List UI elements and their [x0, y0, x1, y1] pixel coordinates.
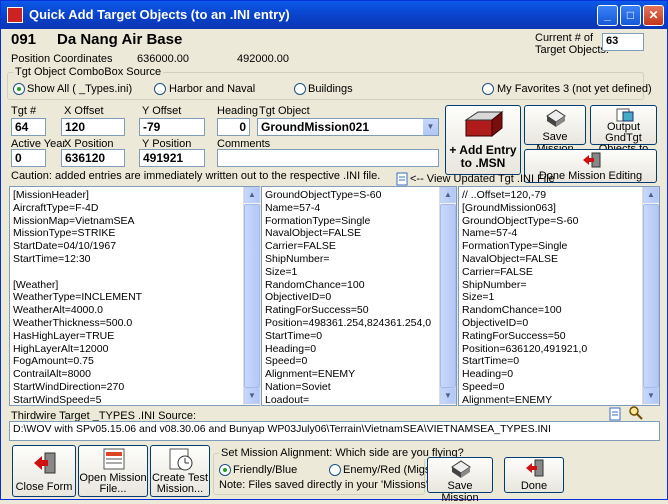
tgt-object-combobox[interactable]: GroundMission021 ▼ [257, 118, 439, 136]
scroll-thumb[interactable] [440, 204, 456, 388]
save-icon [546, 109, 566, 127]
radio-buildings-label[interactable]: Buildings [308, 83, 353, 95]
object-template-memo[interactable]: GroundObjectType=S-60 Name=57-4 Formatio… [261, 186, 457, 406]
minimize-button[interactable]: _ [597, 5, 618, 26]
document-icon[interactable] [609, 407, 621, 421]
tgt-num-label: Tgt # [11, 105, 37, 117]
save-mission-bottom-label: Save Mission [441, 480, 479, 504]
window-title: Quick Add Target Objects (to an .INI ent… [29, 7, 290, 22]
scroll-down-icon[interactable]: ▼ [440, 388, 456, 404]
radio-friendly-label[interactable]: Friendly/Blue [233, 464, 297, 476]
tgt-object-value: GroundMission021 [261, 120, 370, 134]
close-button[interactable]: ✕ [643, 5, 664, 26]
open-mission-label-2: File... [99, 483, 127, 495]
memo1-scrollbar[interactable]: ▲ ▼ [243, 187, 260, 405]
scroll-up-icon[interactable]: ▲ [440, 187, 456, 203]
title-bar[interactable]: Quick Add Target Objects (to an .INI ent… [1, 1, 667, 29]
radio-friendly[interactable] [219, 464, 231, 476]
radio-buildings[interactable] [294, 83, 306, 95]
heading-label: Heading [217, 105, 258, 117]
target-count: 63 [602, 33, 644, 51]
source-group-label: Tgt Object ComboBox Source [13, 66, 164, 78]
target-number: 091 [11, 31, 37, 48]
radio-harbor-naval[interactable] [154, 83, 166, 95]
position-x: 636000.00 [137, 53, 189, 65]
active-year-field[interactable]: 0 [11, 149, 46, 167]
scroll-thumb[interactable] [643, 204, 659, 388]
open-mission-button[interactable]: Open Mission File... [78, 445, 148, 497]
exit-door-icon [526, 459, 544, 477]
mission-header-memo[interactable]: [MissionHeader] AircraftType=F-4D Missio… [9, 186, 260, 406]
exit-door-icon [34, 452, 56, 474]
add-entry-icon [464, 110, 504, 138]
close-form-label: Close Form [15, 481, 73, 493]
app-icon [7, 7, 23, 23]
tgt-num-field[interactable]: 64 [11, 118, 46, 136]
main-window: Quick Add Target Objects (to an .INI ent… [0, 0, 668, 504]
add-entry-label-2: to .MSN [460, 156, 506, 170]
x-offset-label: X Offset [64, 105, 104, 117]
radio-show-all-label[interactable]: Show All ( _Types.ini) [27, 83, 132, 95]
caution-text: Caution: added entries are immediately w… [11, 170, 381, 182]
y-position-field[interactable]: 491921 [139, 149, 205, 167]
memo2-scrollbar[interactable]: ▲ ▼ [439, 187, 456, 405]
output-objects-button[interactable]: Output GndTgt Objects to File [590, 105, 657, 166]
exit-door-icon [583, 152, 601, 168]
view-updated-link[interactable]: <-- View Updated Tgt .INI File [410, 173, 555, 185]
tgt-object-label: Tgt Object [259, 105, 310, 117]
save-icon [451, 460, 471, 478]
memo3-scrollbar[interactable]: ▲ ▼ [642, 187, 659, 405]
close-form-button[interactable]: Close Form [12, 445, 76, 497]
radio-enemy-label[interactable]: Enemy/Red (Migs) [343, 464, 434, 476]
radio-favorites-label[interactable]: My Favorites 3 (not yet defined) [497, 83, 652, 95]
y-offset-field[interactable]: -79 [139, 118, 205, 136]
scroll-up-icon[interactable]: ▲ [643, 187, 659, 203]
x-position-field[interactable]: 636120 [61, 149, 125, 167]
scroll-up-icon[interactable]: ▲ [244, 187, 260, 203]
heading-field[interactable]: 0 [217, 118, 250, 136]
new-entry-memo[interactable]: // ..Offset=120,-79 [GroundMission063] G… [458, 186, 660, 406]
save-mission-bottom-button[interactable]: Save Mission [427, 457, 493, 504]
done-label: Done [520, 480, 548, 492]
create-test-label-2: Mission... [156, 483, 204, 495]
y-offset-label: Y Offset [142, 105, 182, 117]
thirdwire-path-field[interactable]: D:\WOV with SPv05.15.06 and v08.30.06 an… [9, 421, 660, 441]
save-mission-button[interactable]: Save Mission [524, 105, 586, 155]
comments-field[interactable] [217, 149, 439, 167]
position-label: Position Coordinates [11, 53, 113, 65]
maximize-button[interactable]: □ [620, 5, 641, 26]
output-label-1: Output GndTgt [605, 121, 642, 144]
search-icon[interactable] [629, 406, 643, 420]
radio-show-all[interactable] [13, 83, 25, 95]
clock-document-icon [169, 448, 193, 471]
radio-enemy[interactable] [329, 464, 341, 476]
x-offset-field[interactable]: 120 [61, 118, 125, 136]
radio-harbor-naval-label[interactable]: Harbor and Naval [169, 83, 255, 95]
done-button[interactable]: Done [504, 457, 564, 493]
document-icon[interactable] [396, 172, 408, 186]
scroll-down-icon[interactable]: ▼ [244, 388, 260, 404]
chevron-down-icon[interactable]: ▼ [423, 119, 438, 135]
scroll-thumb[interactable] [244, 204, 260, 388]
position-y: 492000.00 [237, 53, 289, 65]
create-test-mission-button[interactable]: Create Test Mission... [150, 445, 210, 497]
target-name: Da Nang Air Base [57, 31, 183, 48]
count-label: Current # of [535, 32, 594, 44]
radio-favorites[interactable] [482, 83, 494, 95]
add-entry-button[interactable]: + Add Entry to .MSN [445, 105, 521, 175]
open-file-icon [103, 448, 125, 470]
scroll-down-icon[interactable]: ▼ [643, 388, 659, 404]
count-label-2: Target Objects: [535, 44, 609, 56]
